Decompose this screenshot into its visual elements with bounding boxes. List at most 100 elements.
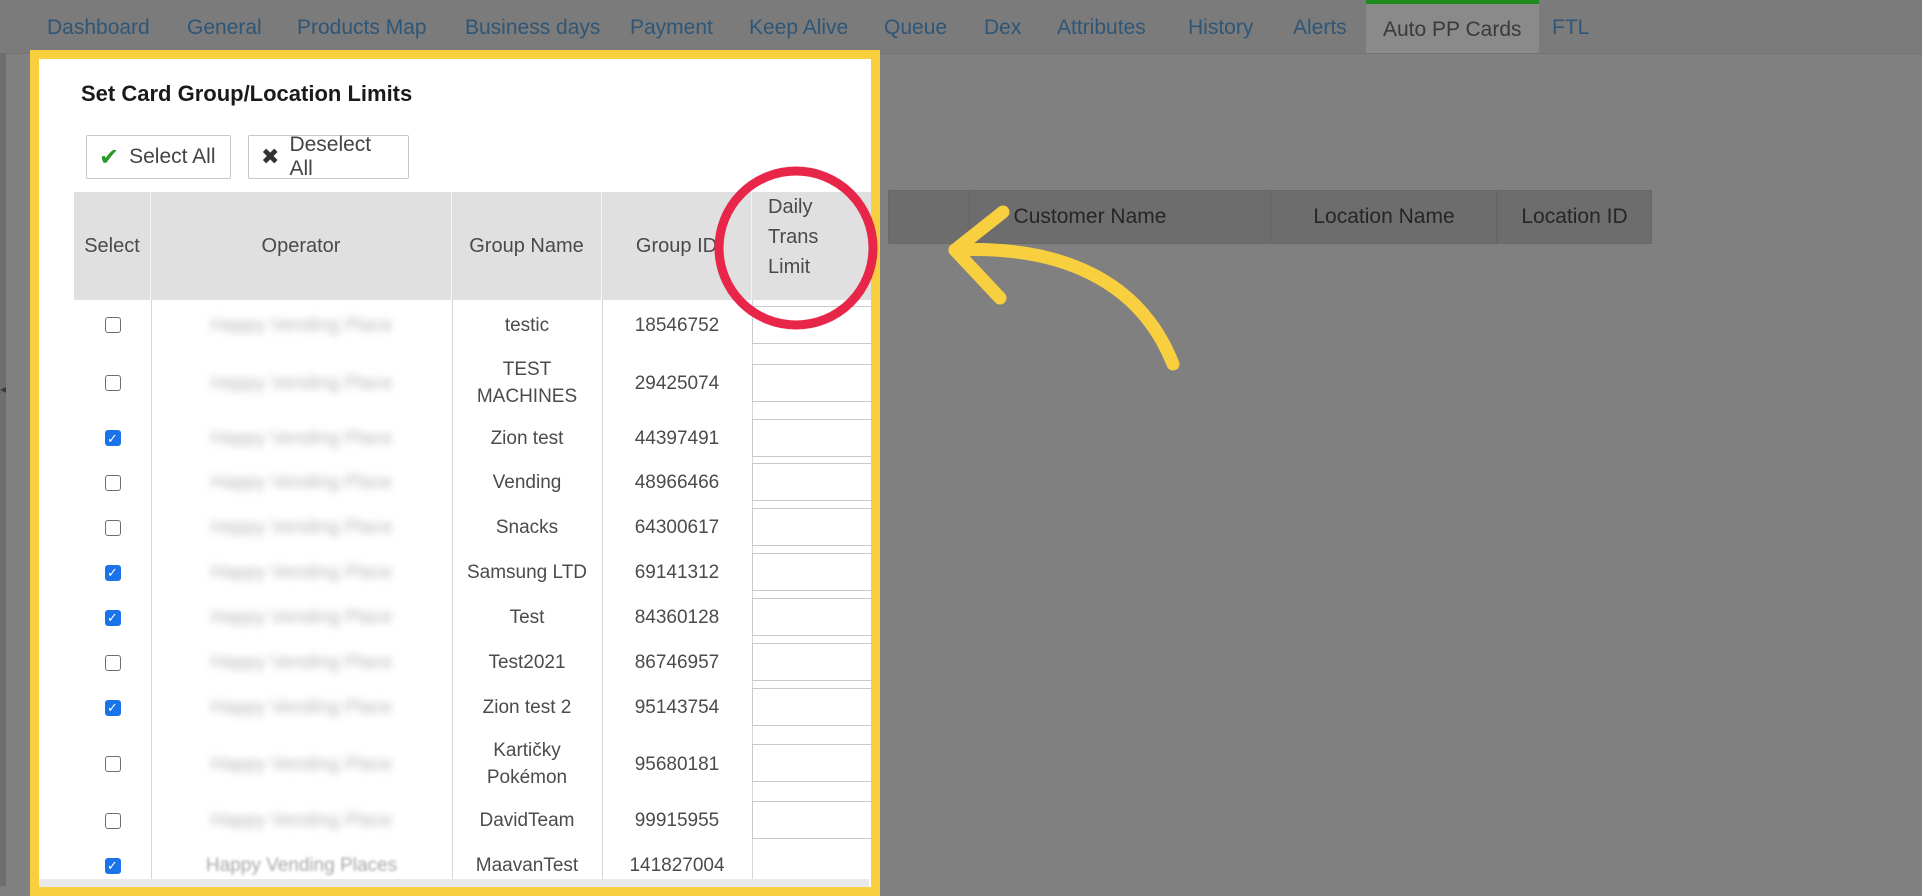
group-name-cell: Vending xyxy=(492,472,562,493)
operator-name: Happy Vending Places xyxy=(205,855,398,876)
daily-trans-limit-input[interactable] xyxy=(752,801,871,839)
operator-cell: Happy Vending Place xyxy=(151,505,452,550)
group-id-cell: 95680181 xyxy=(634,753,720,775)
select-cell xyxy=(74,640,151,685)
tab-ftl[interactable]: FTL xyxy=(1552,0,1589,53)
operator-cell: Happy Vending Place xyxy=(151,640,452,685)
daily-trans-limit-input[interactable] xyxy=(752,598,871,636)
tab-products-map[interactable]: Products Map xyxy=(297,0,427,53)
group-id-cell: 44397491 xyxy=(634,427,720,449)
tab-business-days[interactable]: Business days xyxy=(465,0,600,53)
row-checkbox[interactable] xyxy=(104,654,121,671)
row-checkbox[interactable] xyxy=(104,519,121,536)
group-id-cell: 64300617 xyxy=(634,517,720,538)
modal-title: Set Card Group/Location Limits xyxy=(81,81,413,106)
operator-name: Happy Vending Place xyxy=(210,562,393,583)
operator-name: Happy Vending Place xyxy=(210,607,393,628)
table-row[interactable]: Happy Vending Place Kartičky Pokémon 956… xyxy=(74,730,871,798)
group-name-cell: Zion test xyxy=(490,427,564,449)
operator-cell: Happy Vending Place xyxy=(151,460,452,505)
daily-trans-limit-input[interactable] xyxy=(752,364,871,402)
header-group-name[interactable]: Group Name xyxy=(452,192,602,300)
background-table-header: Customer Name Location Name Location ID xyxy=(888,190,1652,244)
operator-name: Happy Vending Place xyxy=(210,372,393,394)
daily-trans-limit-input[interactable] xyxy=(752,419,871,457)
group-id-cell: 84360128 xyxy=(634,607,720,628)
daily-trans-limit-input[interactable] xyxy=(752,688,871,726)
row-checkbox[interactable] xyxy=(104,474,121,491)
operator-name: Happy Vending Place xyxy=(210,517,393,538)
row-checkbox[interactable] xyxy=(104,812,121,829)
operator-name: Happy Vending Place xyxy=(210,697,393,718)
table-row[interactable]: Happy Vending Place DavidTeam 99915955 xyxy=(74,798,871,843)
grid-header: Select Operator Group Name Group ID Dail… xyxy=(74,192,871,300)
table-row[interactable]: Happy Vending Place Test2021 86746957 xyxy=(74,640,871,685)
tab-auto-pp-cards[interactable]: Auto PP Cards xyxy=(1366,0,1539,53)
daily-trans-limit-input[interactable] xyxy=(752,744,871,782)
table-row[interactable]: Happy Vending Place Vending 48966466 xyxy=(74,460,871,505)
operator-cell: Happy Vending Place xyxy=(151,730,452,798)
tab-queue[interactable]: Queue xyxy=(884,0,947,53)
row-checkbox[interactable] xyxy=(104,375,121,391)
row-checkbox[interactable] xyxy=(104,756,121,772)
table-row[interactable]: Happy Vending Place Snacks 64300617 xyxy=(74,505,871,550)
tab-dashboard[interactable]: Dashboard xyxy=(47,0,150,53)
table-row[interactable]: Happy Vending Place Zion test 44397491 xyxy=(74,416,871,460)
group-id-cell: 29425074 xyxy=(634,372,720,394)
row-checkbox[interactable] xyxy=(104,564,121,581)
operator-cell: Happy Vending Place xyxy=(151,350,452,416)
select-cell xyxy=(74,550,151,595)
daily-trans-limit-input[interactable] xyxy=(752,463,871,501)
tab-payment[interactable]: Payment xyxy=(630,0,713,53)
select-cell xyxy=(74,595,151,640)
header-select: Select xyxy=(74,192,151,300)
daily-trans-limit-input[interactable] xyxy=(752,306,871,344)
group-name-cell: Test2021 xyxy=(488,652,566,673)
deselect-all-label: Deselect All xyxy=(289,133,372,180)
header-limit-line-3: Limit xyxy=(768,256,811,278)
deselect-all-button[interactable]: ✖ Deselect All xyxy=(248,133,409,180)
row-checkbox[interactable] xyxy=(104,609,121,626)
tab-general[interactable]: General xyxy=(187,0,262,53)
select-cell xyxy=(74,730,151,798)
header-operator[interactable]: Operator xyxy=(151,192,452,300)
table-row[interactable]: Happy Vending Place TEST MACHINES 294250… xyxy=(74,350,871,416)
tab-dex[interactable]: Dex xyxy=(984,0,1021,53)
header-daily-trans-limit[interactable]: Daily Trans Limit xyxy=(752,192,871,300)
column-location-id: Location ID xyxy=(1496,191,1652,243)
daily-trans-limit-input[interactable] xyxy=(752,508,871,546)
collapse-caret-icon[interactable]: ◂ xyxy=(0,382,6,396)
daily-trans-limit-input[interactable] xyxy=(752,553,871,591)
tab-keep-alive[interactable]: Keep Alive xyxy=(749,0,848,53)
tab-alerts[interactable]: Alerts xyxy=(1293,0,1347,53)
group-name-line-1: Kartičky xyxy=(493,740,561,761)
row-checkbox[interactable] xyxy=(104,699,121,716)
select-cell xyxy=(74,416,151,460)
pointer-arrow xyxy=(948,243,1180,371)
tab-history[interactable]: History xyxy=(1188,0,1253,53)
group-name-cell: Zion test 2 xyxy=(482,697,572,718)
group-name-line-2: Pokémon xyxy=(486,767,568,788)
grid-body[interactable]: Happy Vending Place testic 18546752 Happ… xyxy=(74,300,871,887)
select-cell xyxy=(74,300,151,350)
table-row[interactable]: Happy Vending Place Zion test 2 95143754 xyxy=(74,685,871,730)
table-row[interactable]: Happy Vending Place testic 18546752 xyxy=(74,300,871,350)
tab-bar: Dashboard General Products Map Business … xyxy=(0,0,1922,54)
table-row[interactable]: Happy Vending Place Samsung LTD 69141312 xyxy=(74,550,871,595)
checkmark-icon: ✔ xyxy=(99,143,120,171)
header-group-id[interactable]: Group ID xyxy=(602,192,752,300)
close-icon: ✖ xyxy=(261,144,280,169)
operator-cell: Happy Vending Place xyxy=(151,798,452,843)
table-row[interactable]: Happy Vending Place Test 84360128 xyxy=(74,595,871,640)
group-name-cell: Samsung LTD xyxy=(466,562,588,583)
row-checkbox[interactable] xyxy=(104,857,121,874)
tab-attributes[interactable]: Attributes xyxy=(1057,0,1146,53)
group-id-cell: 86746957 xyxy=(634,652,720,673)
operator-cell: Happy Vending Place xyxy=(151,595,452,640)
select-cell xyxy=(74,685,151,730)
group-id-cell: 99915955 xyxy=(634,810,720,831)
select-all-button[interactable]: ✔ Select All xyxy=(86,135,231,179)
daily-trans-limit-input[interactable] xyxy=(752,643,871,681)
row-checkbox[interactable] xyxy=(104,317,121,333)
row-checkbox[interactable] xyxy=(104,430,121,446)
